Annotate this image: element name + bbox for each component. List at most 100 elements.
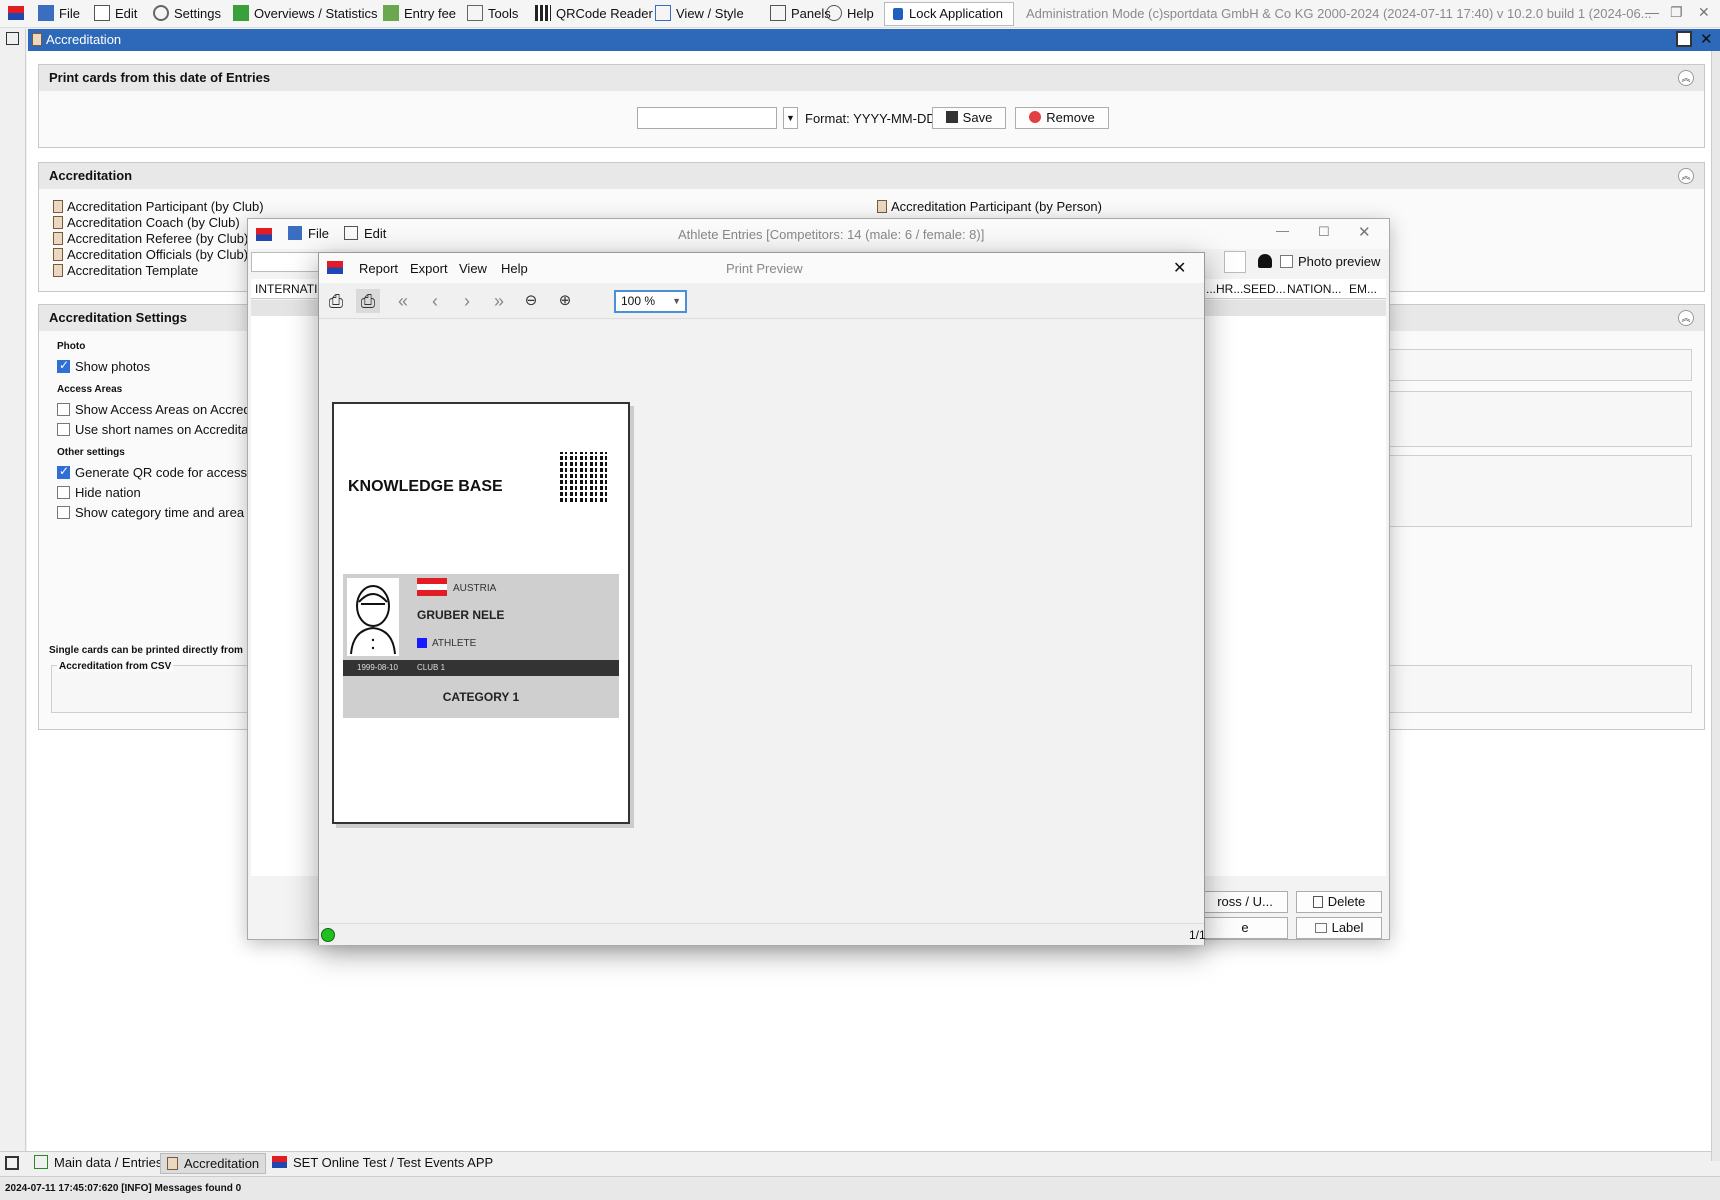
admin-mode-text: Administration Mode (c)sportdata GmbH & … [1026,6,1652,21]
print-date-panel-title: Print cards from this date of Entries [39,65,1704,91]
collapse-icon[interactable]: ︽ [1678,310,1694,326]
report-template[interactable]: Accreditation Template [53,263,198,278]
menu-file[interactable]: File [38,4,80,24]
remove-button[interactable]: Remove [1015,107,1109,129]
menu-overviews[interactable]: Overviews / Statistics [233,4,378,24]
column-header-em[interactable]: EM... [1349,282,1377,296]
show-access-areas-checkbox[interactable]: Show Access Areas on Accreditat [57,402,268,417]
report-participant-by-club[interactable]: Accreditation Participant (by Club) [53,199,264,214]
card-club: CLUB 1 [417,663,446,672]
card-role: ATHLETE [432,638,477,649]
report-officials-by-club[interactable]: Accreditation Officials (by Club) [53,247,248,262]
column-header-nation[interactable]: NATION... [1287,282,1341,296]
pp-menu-help[interactable]: Help [501,261,528,276]
delete-button[interactable]: Delete [1296,891,1382,913]
menu-help[interactable]: Help [826,4,874,24]
show-category-checkbox[interactable]: Show category time and area (if a [57,505,269,520]
collapse-icon[interactable]: ︽ [1678,70,1694,86]
menu-settings[interactable]: Settings [153,4,221,24]
tab-set-online[interactable]: SET Online Test / Test Events APP [266,1155,499,1170]
menu-tools[interactable]: Tools [467,4,518,24]
close-app-icon[interactable]: ✕ [1698,4,1710,21]
short-names-checkbox[interactable]: Use short names on Accreditatio [57,422,262,437]
report-coach-by-club[interactable]: Accreditation Coach (by Club) [53,215,240,230]
print-icon[interactable]: ⎙ [356,289,380,313]
menu-edit[interactable]: Edit [94,4,137,24]
prev-page-icon[interactable]: ‹ [423,289,447,313]
print-setup-icon[interactable]: ⎙ [324,289,348,313]
report-referee-by-club[interactable]: Accreditation Referee (by Club) [53,231,248,246]
photo-preview-checkbox[interactable]: Photo preview [1280,254,1380,269]
menu-qrcode-reader[interactable]: QRCode Reader [535,4,653,24]
access-group-label: Access Areas [57,384,123,395]
lock-application-button[interactable]: Lock Application [884,2,1014,26]
windows-icon[interactable] [6,32,19,45]
person-silhouette-icon [350,585,396,655]
filter-icon[interactable] [1224,251,1246,273]
athlete-maximize-icon[interactable]: ☐ [1318,224,1330,240]
edit-icon [94,5,110,21]
menu-view-style[interactable]: View / Style [655,4,744,24]
report-participant-by-person[interactable]: Accreditation Participant (by Person) [877,199,1102,214]
column-header-international[interactable]: INTERNATIO [255,282,327,296]
athlete-menu-file[interactable]: File [288,226,329,241]
print-date-input[interactable] [637,107,777,129]
zoom-in-icon[interactable]: ⊕ [553,289,577,313]
minimize-app-icon[interactable]: — [1645,4,1659,20]
view-icon [655,5,671,21]
collapse-icon[interactable]: ︽ [1678,168,1694,184]
date-dropdown-button[interactable]: ▼ [783,107,798,129]
wrench-icon [467,5,483,21]
pp-close-icon[interactable]: ✕ [1173,258,1186,278]
doc-restore-icon[interactable] [1676,31,1692,47]
pp-statusbar: 1/1 [319,923,1206,945]
print-preview-titlebar: Report Export View Help Print Preview ✕ [319,253,1204,283]
window-list-icon[interactable] [5,1156,19,1170]
label-button[interactable]: Label [1296,917,1382,939]
other-group-label: Other settings [57,447,125,458]
card-photo-placeholder [347,578,399,656]
first-page-icon[interactable]: « [391,289,415,313]
card-category: CATEGORY 1 [442,690,520,704]
status-text: 2024-07-11 17:45:07:620 [INFO] Messages … [5,1183,242,1194]
generate-qr-checkbox[interactable]: Generate QR code for access con [57,464,272,480]
column-header-hr[interactable]: ...HR... [1206,282,1243,296]
last-page-icon[interactable]: » [487,289,511,313]
restore-app-icon[interactable]: ❐ [1670,4,1683,21]
trash-icon [1312,896,1323,908]
checkbox-checked-icon [57,464,70,479]
accreditation-panel-title: Accreditation [39,163,1704,189]
tab-main-data[interactable]: Main data / Entries [28,1155,168,1170]
pp-toolbar: ⎙ ⎙ « ‹ › » ⊖ ⊕ 100 % ▼ [319,283,1204,319]
zoom-out-icon[interactable]: ⊖ [519,289,543,313]
cross-button[interactable]: ross / U... [1202,891,1288,913]
doc-close-icon[interactable]: ✕ [1700,30,1713,48]
save-button[interactable]: Save [932,107,1006,129]
zoom-select[interactable]: 100 % ▼ [614,290,687,313]
show-photos-checkbox[interactable]: Show photos [57,358,150,374]
right-scrollbar[interactable] [1711,51,1720,1161]
app-logo-icon [256,228,272,241]
report-doc-icon [53,264,63,277]
athlete-minimize-icon[interactable]: — [1276,223,1289,238]
menu-panels[interactable]: Panels [770,4,831,24]
photo-group-label: Photo [57,341,86,352]
csv-group-label: Accreditation from CSV [57,661,174,672]
money-icon [383,5,399,21]
athlete-search-input[interactable] [251,252,321,272]
athlete-menu-edit[interactable]: Edit [344,226,386,241]
austria-flag-icon [417,578,447,596]
pp-menu-export[interactable]: Export [410,261,448,276]
athlete-close-icon[interactable]: ✕ [1358,223,1371,241]
pp-menu-report[interactable]: Report [359,261,398,276]
print-preview-window: Report Export View Help Print Preview ✕ … [318,252,1206,945]
e-button[interactable]: e [1202,917,1288,939]
pp-menu-view[interactable]: View [459,261,487,276]
app-logo-icon [8,6,24,20]
menu-entry-fee[interactable]: Entry fee [383,4,456,24]
next-page-icon[interactable]: › [455,289,479,313]
hide-nation-checkbox[interactable]: Hide nation [57,485,141,500]
tab-accreditation[interactable]: Accreditation [160,1153,267,1174]
column-header-seed[interactable]: SEED... [1243,282,1286,296]
card-info-block: AUSTRIA GRUBER NELE ATHLETE [343,574,619,660]
